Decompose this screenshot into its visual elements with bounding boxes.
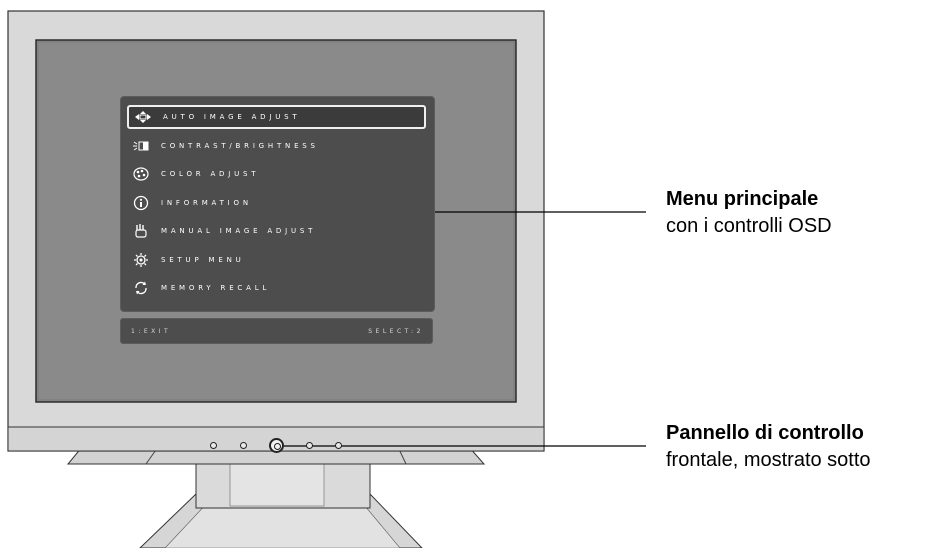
osd-item-label: COLOR ADJUST [161, 170, 260, 178]
osd-item-color-adjust[interactable]: COLOR ADJUST [127, 162, 426, 186]
callout-control-panel-subtitle: frontale, mostrato sotto [666, 449, 871, 471]
manual-adjust-icon [131, 221, 151, 241]
auto-adjust-icon [133, 107, 153, 127]
callout-control-panel-title: Pannello di controllo [666, 422, 864, 444]
osd-select-hint: SELECT:2 [368, 327, 424, 335]
contrast-brightness-icon [131, 136, 151, 156]
front-button-2[interactable] [240, 442, 247, 449]
callout-main-menu-title: Menu principale [666, 188, 819, 210]
front-button-up[interactable] [335, 442, 342, 449]
osd-item-auto-image-adjust[interactable]: AUTO IMAGE ADJUST [127, 105, 426, 129]
callout-main-menu: Menu principale con i controlli OSD [666, 186, 832, 240]
information-icon [131, 193, 151, 213]
front-button-down[interactable] [306, 442, 313, 449]
osd-item-setup-menu[interactable]: SETUP MENU [127, 248, 426, 272]
memory-recall-icon [131, 278, 151, 298]
callout-main-menu-subtitle: con i controlli OSD [666, 215, 832, 237]
osd-item-label: INFORMATION [161, 199, 252, 207]
osd-item-label: CONTRAST/BRIGHTNESS [161, 142, 319, 150]
front-button-1[interactable] [210, 442, 217, 449]
color-palette-icon [131, 164, 151, 184]
osd-item-label: MEMORY RECALL [161, 284, 271, 292]
osd-footer: 1:EXIT SELECT:2 [120, 318, 433, 344]
osd-main-menu: AUTO IMAGE ADJUST CONTRAST/BRIGHTNESS CO… [120, 96, 435, 312]
osd-item-contrast-brightness[interactable]: CONTRAST/BRIGHTNESS [127, 134, 426, 158]
osd-item-information[interactable]: INFORMATION [127, 191, 426, 215]
osd-exit-hint: 1:EXIT [131, 327, 172, 335]
osd-item-label: SETUP MENU [161, 256, 245, 264]
callout-control-panel: Pannello di controllo frontale, mostrato… [666, 420, 871, 474]
setup-gear-icon [131, 250, 151, 270]
osd-item-memory-recall[interactable]: MEMORY RECALL [127, 276, 426, 300]
osd-item-label: AUTO IMAGE ADJUST [163, 113, 301, 121]
osd-item-manual-image-adjust[interactable]: MANUAL IMAGE ADJUST [127, 219, 426, 243]
power-button[interactable] [269, 438, 284, 453]
osd-item-label: MANUAL IMAGE ADJUST [161, 227, 317, 235]
